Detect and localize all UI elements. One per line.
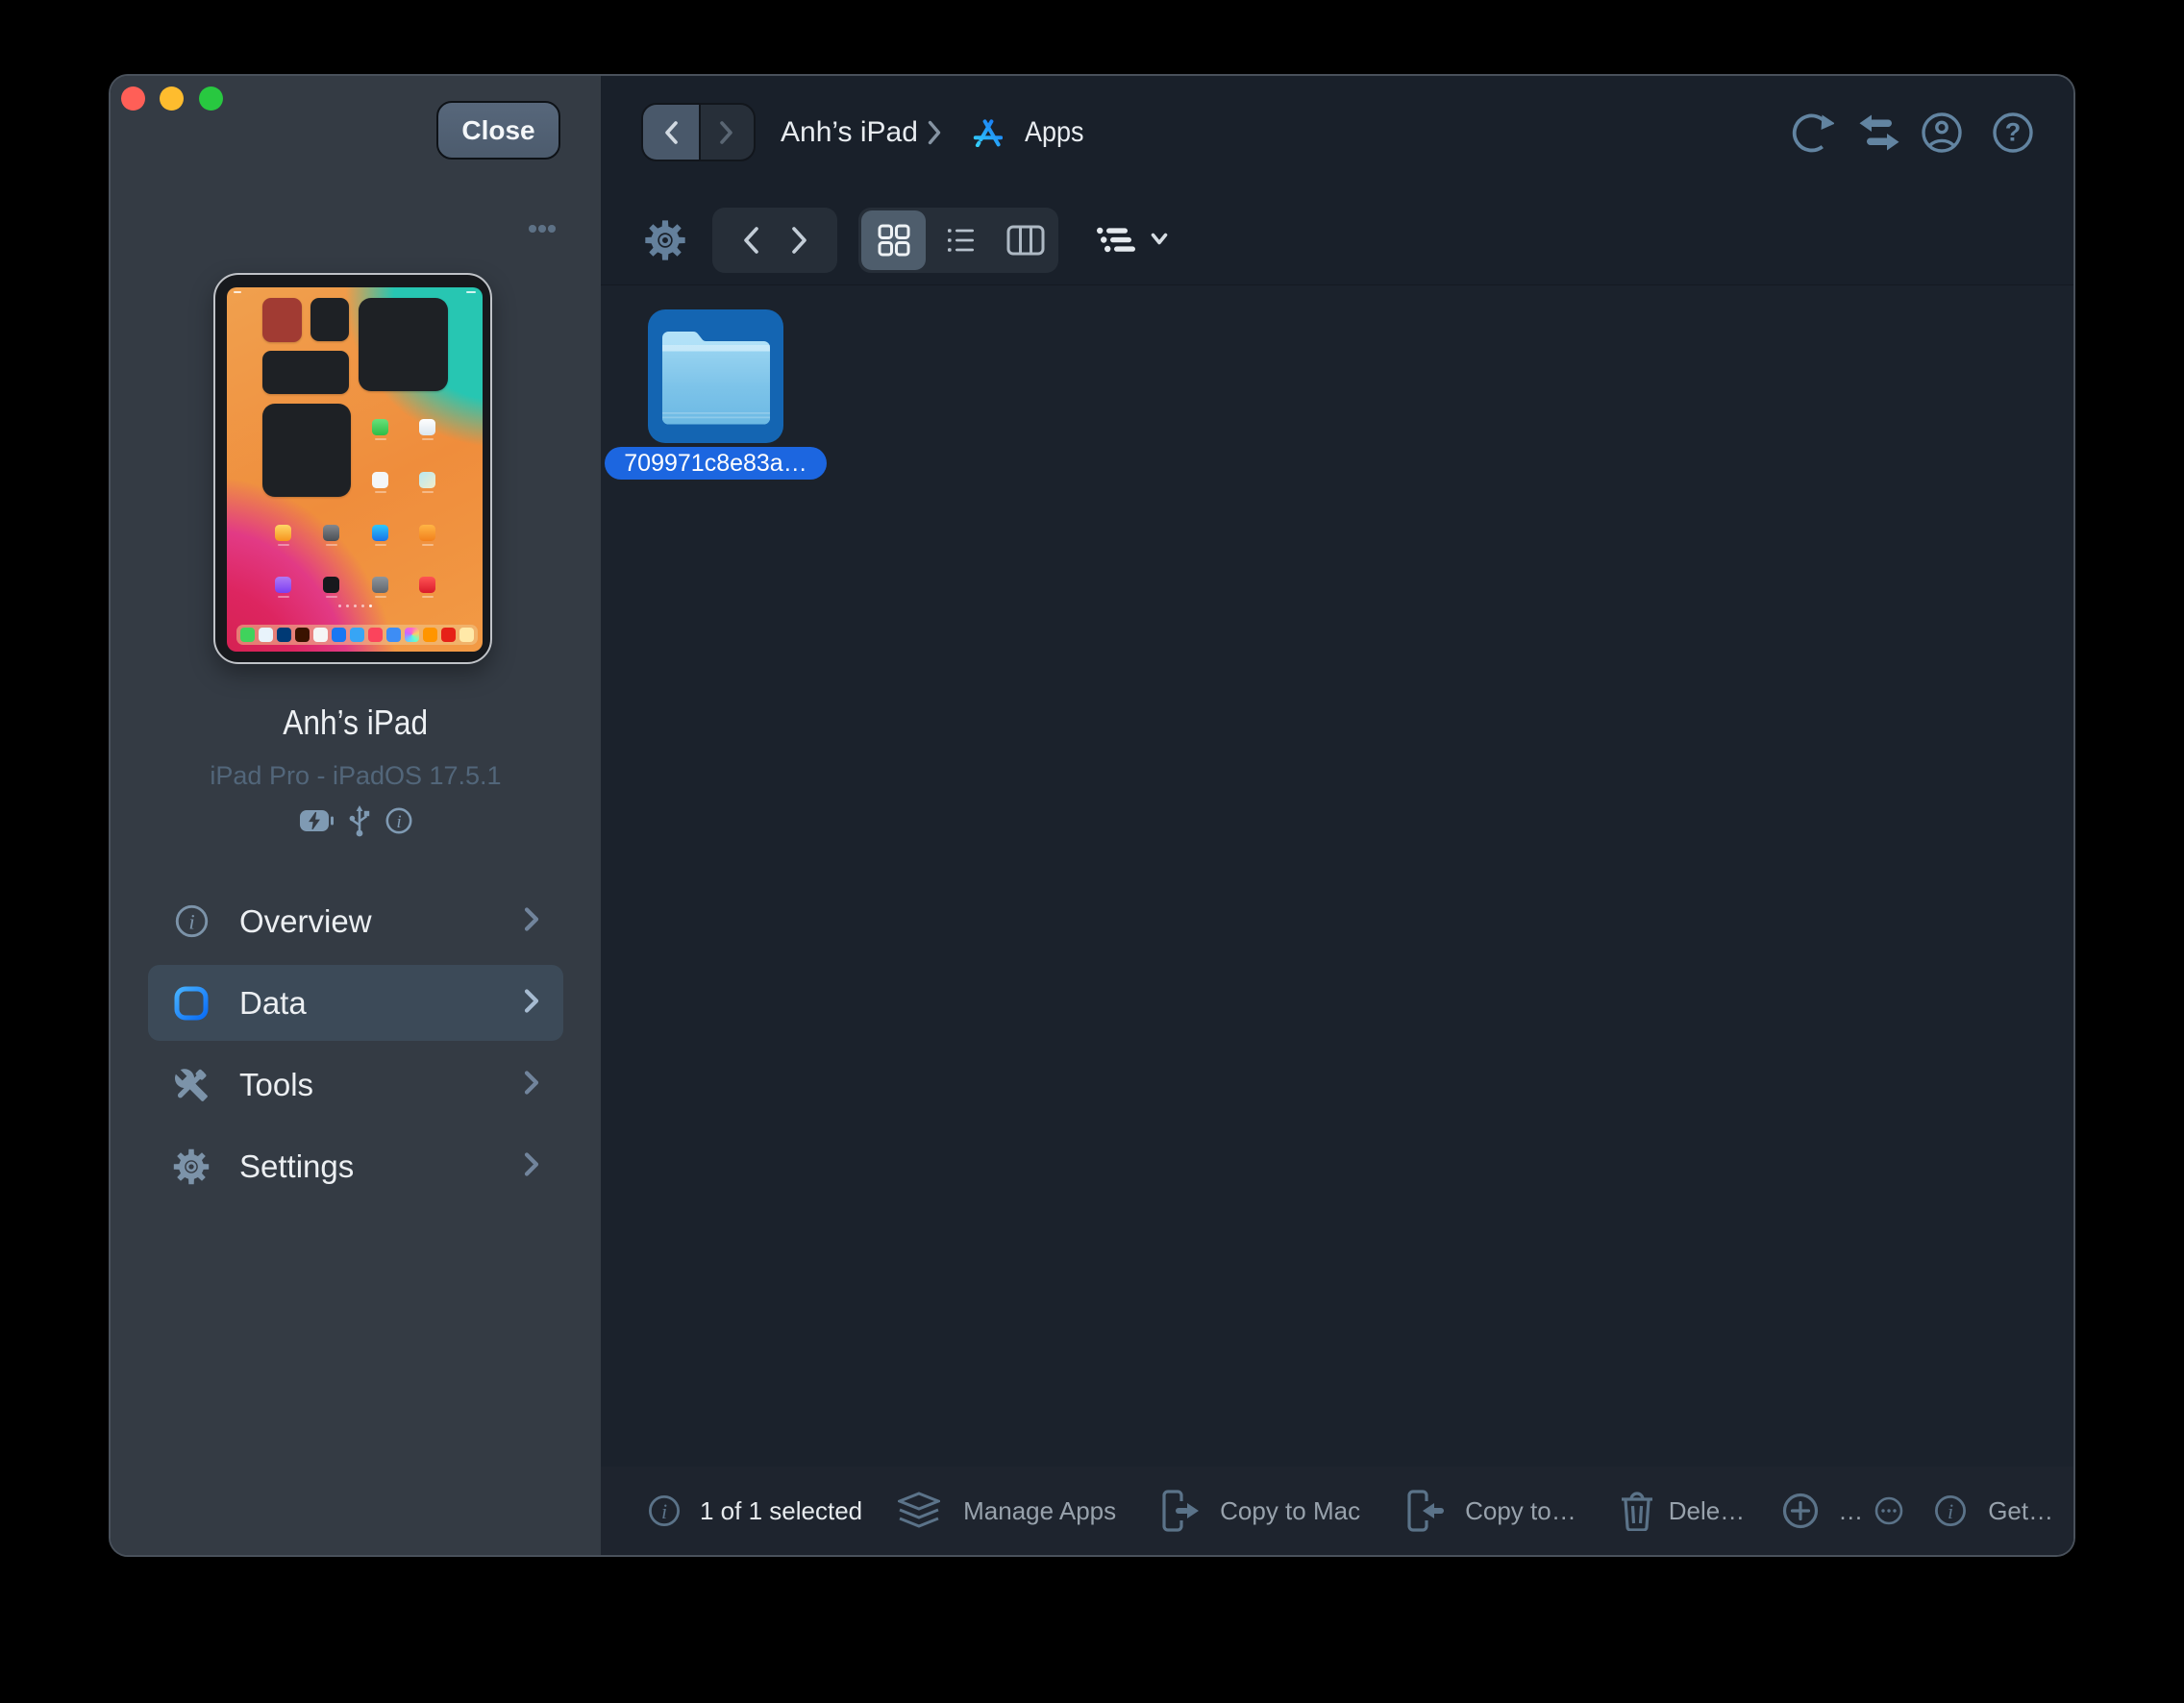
svg-text:i: i [661,1499,667,1523]
svg-text:?: ? [2005,117,2022,146]
svg-text:i: i [1948,1499,1953,1523]
svg-text:i: i [188,910,194,934]
svg-text:i: i [396,812,401,832]
